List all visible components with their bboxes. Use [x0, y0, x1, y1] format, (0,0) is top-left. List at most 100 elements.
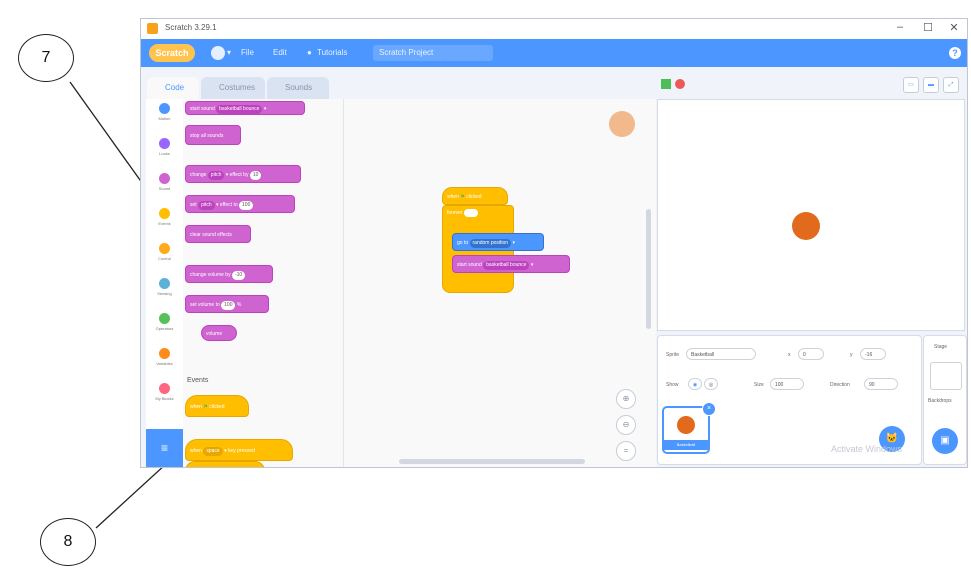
- category-label: Motion: [158, 116, 171, 121]
- stage-canvas[interactable]: [657, 99, 965, 331]
- stage-label: Stage: [934, 344, 948, 350]
- activate-windows-watermark: Activate Windows: [831, 444, 903, 454]
- sprite-name-input[interactable]: Basketball: [686, 348, 756, 360]
- start-sound-block[interactable]: start sound basketball bounce ▾: [185, 101, 305, 115]
- go-to-block[interactable]: go to random position ▾: [452, 233, 544, 251]
- sprite-label: Sprite: [666, 352, 680, 358]
- add-extension-button[interactable]: ≡: [146, 429, 183, 467]
- block-palette: start sound basketball bounce ▾ stop all…: [183, 99, 343, 467]
- title-bar: Scratch 3.29.1 – ☐ ✕: [141, 19, 967, 39]
- normal-stage-icon[interactable]: ▬: [923, 77, 939, 93]
- maximize-button[interactable]: ☐: [921, 21, 935, 34]
- category-operators[interactable]: Operators: [146, 313, 183, 344]
- window-title: Scratch 3.29.1: [165, 23, 217, 32]
- change-effect-block[interactable]: change pitch ▾ effect by 10: [185, 165, 301, 183]
- lightbulb-icon: ●: [307, 48, 312, 57]
- volume-reporter[interactable]: volume: [201, 325, 237, 341]
- stage-selector-panel[interactable]: Stage Backdrops ▣: [923, 335, 967, 465]
- category-label: Sensing: [157, 291, 172, 296]
- clear-sound-effects-block[interactable]: clear sound effects: [185, 225, 251, 243]
- zoom-out-icon[interactable]: ⊖: [616, 415, 636, 435]
- category-dot-icon: [159, 103, 170, 114]
- category-dot-icon: [159, 313, 170, 324]
- category-events[interactable]: Events: [146, 208, 183, 239]
- close-button[interactable]: ✕: [947, 21, 961, 34]
- category-dot-icon: [159, 383, 170, 394]
- fullscreen-icon[interactable]: ⤢: [943, 77, 959, 93]
- y-input[interactable]: -16: [860, 348, 886, 360]
- sprite-tile-thumbnail: [677, 416, 695, 434]
- category-looks[interactable]: Looks: [146, 138, 183, 169]
- script-when-flag-clicked[interactable]: when ⚑ clicked: [442, 187, 508, 205]
- show-visible-icon[interactable]: ◉: [688, 378, 702, 390]
- horizontal-scrollbar[interactable]: [399, 459, 585, 464]
- selected-sprite-tile[interactable]: Basketball ×: [662, 402, 716, 454]
- when-key-pressed-block[interactable]: when space ▾ key pressed: [185, 439, 293, 461]
- category-dot-icon: [159, 278, 170, 289]
- language-globe-icon[interactable]: [211, 46, 225, 60]
- green-flag-button[interactable]: [661, 79, 671, 89]
- menu-bar: Scratch ▾ File Edit ● Tutorials Scratch …: [141, 39, 967, 67]
- scratch-window: Scratch 3.29.1 – ☐ ✕ Scratch ▾ File Edit…: [140, 18, 968, 468]
- current-sprite-thumbnail: [609, 111, 635, 137]
- callout-8: 8: [40, 518, 96, 566]
- chevron-down-icon: ▾: [227, 48, 232, 57]
- category-label: Control: [158, 256, 171, 261]
- zoom-in-icon[interactable]: ⊕: [616, 389, 636, 409]
- basketball-sprite[interactable]: [792, 212, 820, 240]
- category-my-blocks[interactable]: My Blocks: [146, 383, 183, 414]
- y-label: y: [850, 352, 853, 358]
- size-label: Size: [754, 382, 764, 388]
- edit-menu[interactable]: Edit: [273, 48, 287, 57]
- vertical-scrollbar[interactable]: [646, 209, 651, 329]
- category-sound[interactable]: Sound: [146, 173, 183, 204]
- category-motion[interactable]: Motion: [146, 103, 183, 134]
- small-stage-icon[interactable]: ▭: [903, 77, 919, 93]
- minimize-button[interactable]: –: [893, 21, 907, 33]
- zoom-reset-icon[interactable]: =: [616, 441, 636, 461]
- category-variables[interactable]: Variables: [146, 348, 183, 379]
- scratch-logo[interactable]: Scratch: [149, 44, 195, 62]
- scratch-app-icon: [147, 23, 158, 34]
- x-input[interactable]: 0: [798, 348, 824, 360]
- help-icon[interactable]: ?: [949, 47, 961, 59]
- category-dot-icon: [159, 348, 170, 359]
- change-volume-block[interactable]: change volume by -10: [185, 265, 273, 283]
- category-label: Events: [158, 221, 171, 226]
- stop-all-sounds-block[interactable]: stop all sounds: [185, 125, 241, 145]
- tutorials-menu[interactable]: Tutorials: [317, 48, 347, 57]
- callout-7: 7: [18, 34, 74, 82]
- tab-costumes[interactable]: Costumes: [201, 77, 265, 99]
- backdrops-label: Backdrops: [928, 398, 952, 404]
- category-label: Variables: [156, 361, 173, 366]
- event-block-partial[interactable]: [185, 461, 265, 467]
- category-dot-icon: [159, 243, 170, 254]
- direction-label: Direction: [830, 382, 850, 388]
- green-flag-icon: ⚑: [203, 404, 208, 410]
- category-label: My Blocks: [155, 396, 174, 401]
- direction-input[interactable]: 90: [864, 378, 898, 390]
- tab-code[interactable]: Code: [147, 77, 199, 99]
- set-effect-block[interactable]: set pitch ▾ effect to 100: [185, 195, 295, 213]
- set-volume-block[interactable]: set volume to 100 %: [185, 295, 269, 313]
- hide-icon[interactable]: ◎: [704, 378, 718, 390]
- script-start-sound-block[interactable]: start sound basketball bounce ▾: [452, 255, 570, 273]
- category-control[interactable]: Control: [146, 243, 183, 274]
- delete-sprite-icon[interactable]: ×: [702, 402, 716, 416]
- x-label: x: [788, 352, 791, 358]
- category-dot-icon: [159, 138, 170, 149]
- category-dot-icon: [159, 208, 170, 219]
- show-label: Show: [666, 382, 679, 388]
- size-input[interactable]: 100: [770, 378, 804, 390]
- choose-backdrop-button[interactable]: ▣: [932, 428, 958, 454]
- stop-button[interactable]: [675, 79, 685, 89]
- category-sensing[interactable]: Sensing: [146, 278, 183, 309]
- tab-sounds[interactable]: Sounds: [267, 77, 329, 99]
- backdrop-thumbnail[interactable]: [930, 362, 962, 390]
- events-heading: Events: [187, 377, 209, 384]
- project-title-input[interactable]: Scratch Project: [373, 45, 493, 61]
- sprite-tile-name: Basketball: [664, 440, 708, 450]
- when-flag-clicked-block[interactable]: when ⚑ clicked: [185, 395, 249, 417]
- code-area[interactable]: when ⚑ clicked forever go to random posi…: [343, 99, 656, 467]
- file-menu[interactable]: File: [241, 48, 254, 57]
